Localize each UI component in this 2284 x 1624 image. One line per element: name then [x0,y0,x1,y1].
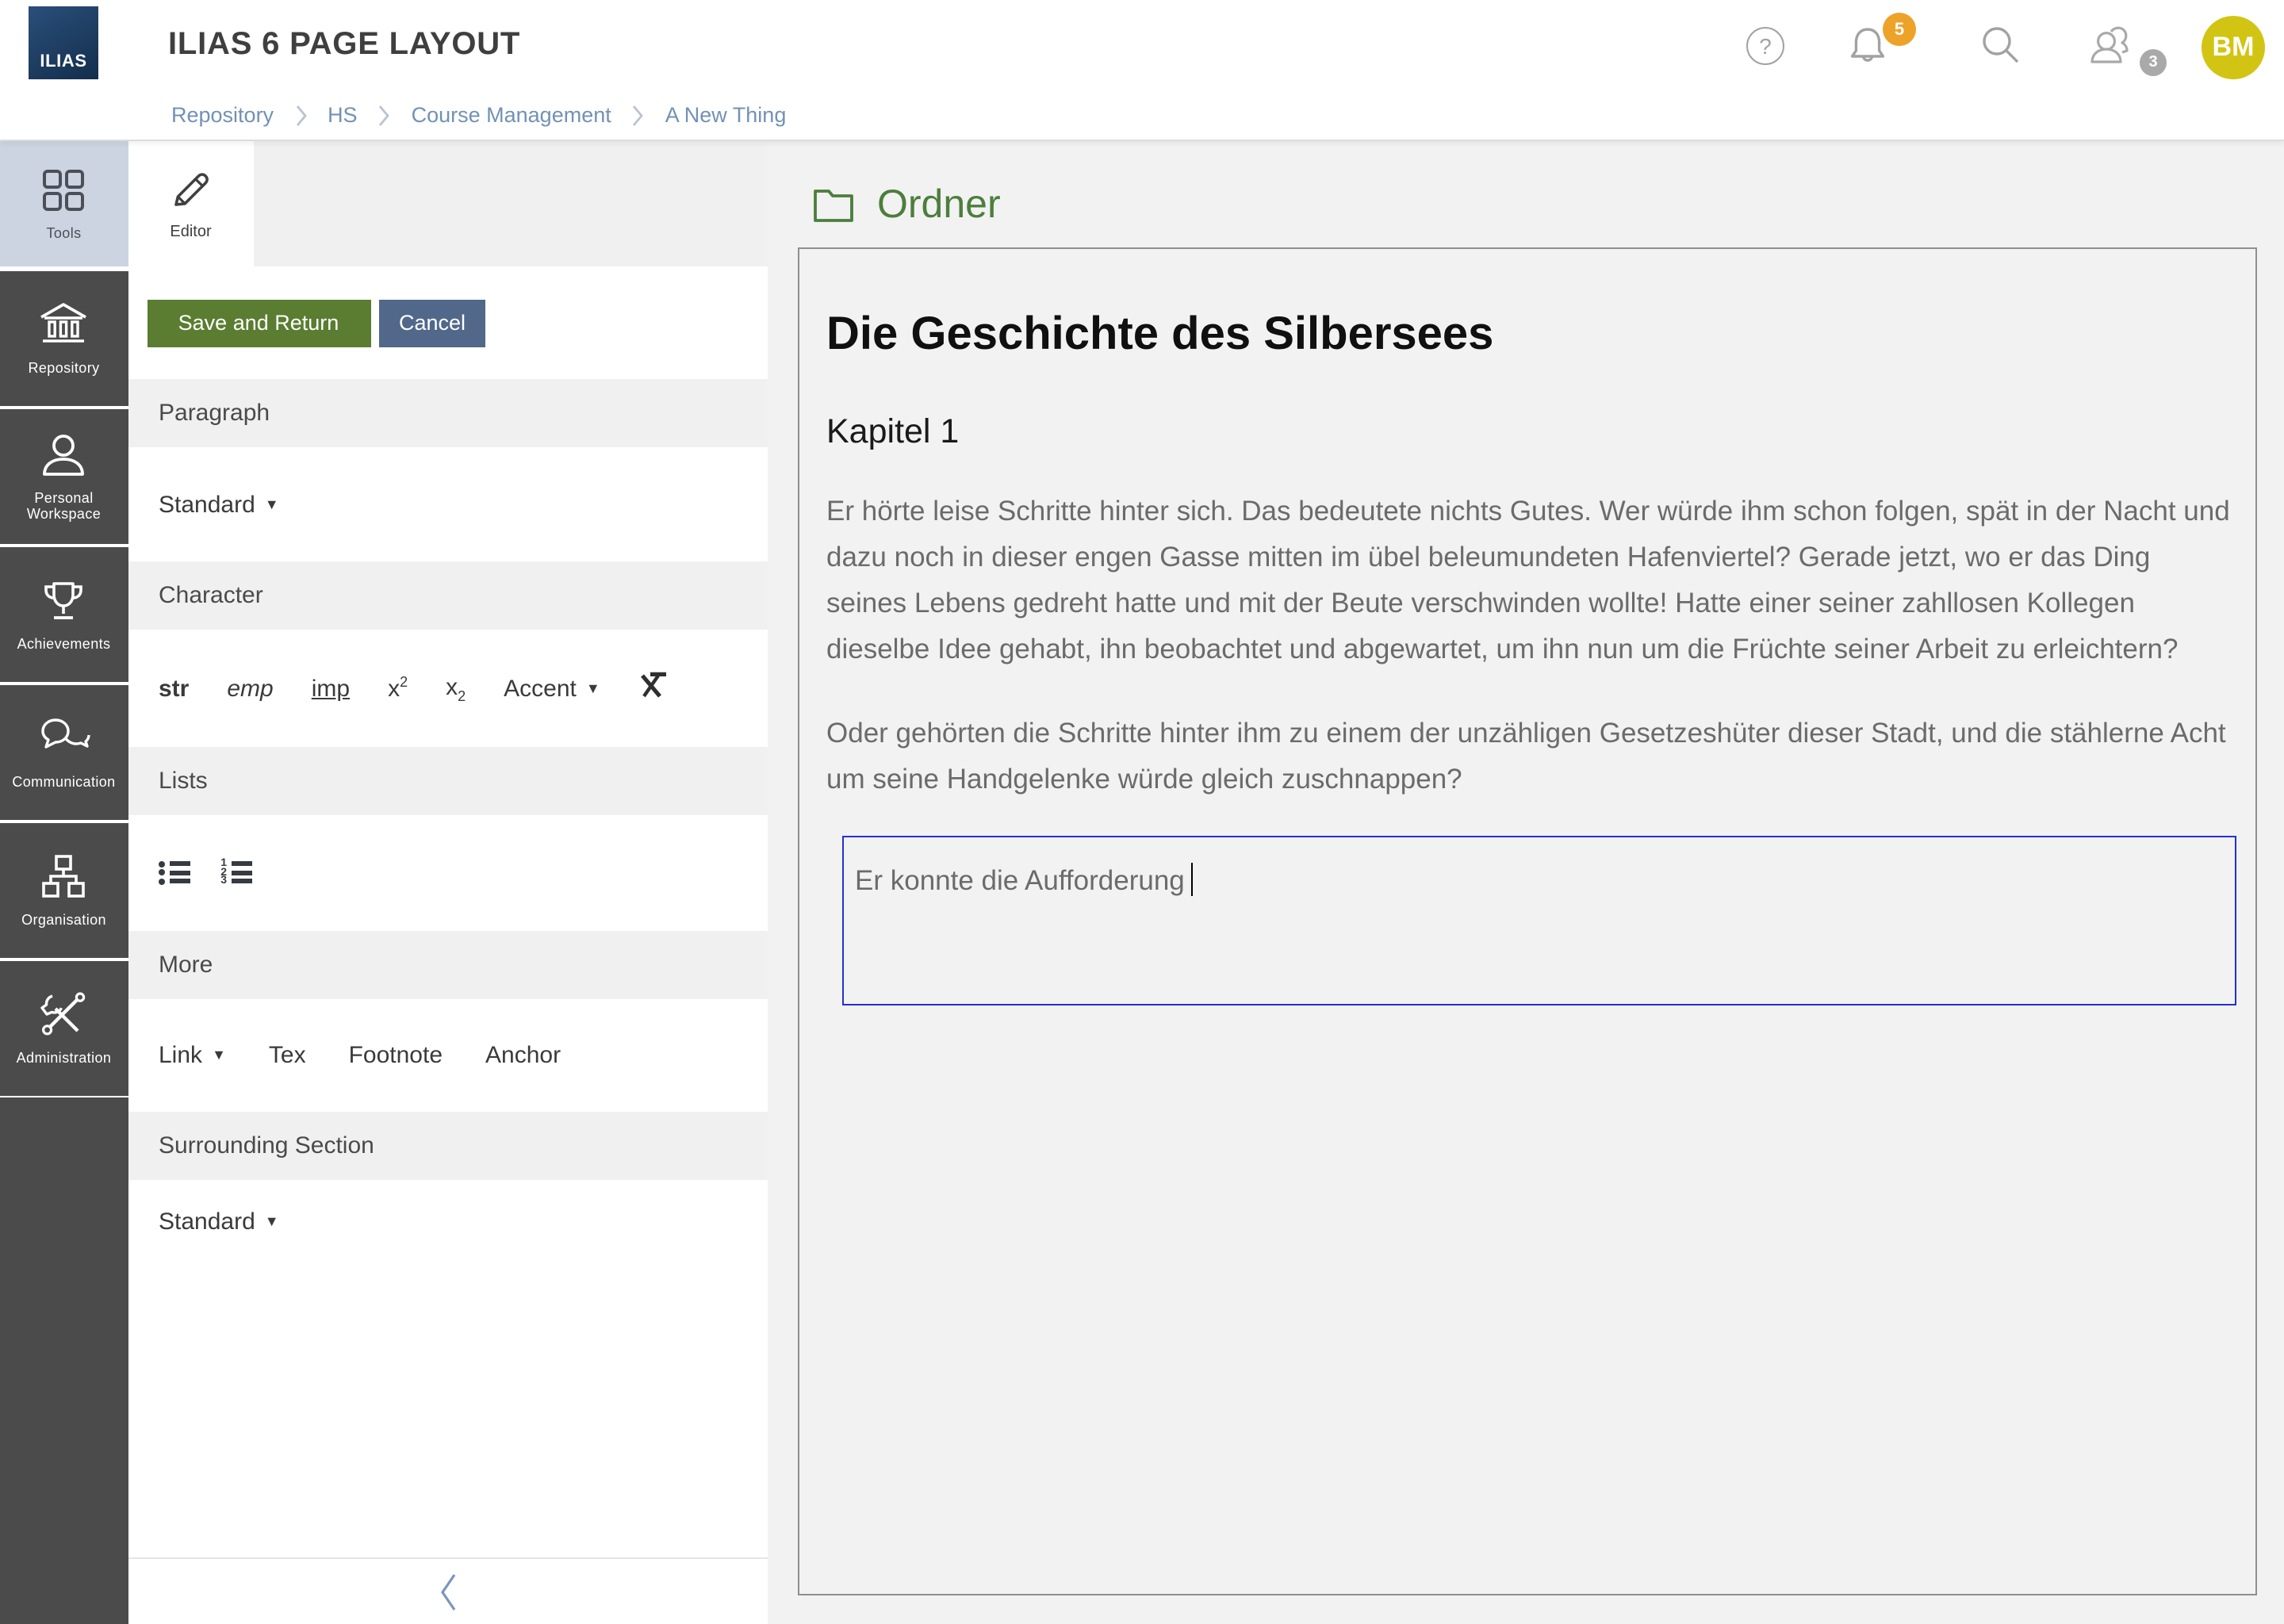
tab-editor-label: Editor [170,224,211,241]
strong-button[interactable]: str [159,675,189,702]
ilias-logo[interactable]: ILIAS [29,6,98,79]
paragraph-style-dropdown[interactable]: Standard▼ [159,491,279,518]
chevron-left-icon [438,1571,458,1612]
clear-format-button[interactable] [638,671,669,706]
header: ILIAS ILIAS 6 PAGE LAYOUT ? 5 [0,0,2284,90]
active-edit-area[interactable]: Er konnte die Aufforderung [842,836,2236,1005]
editor-panel: Editor Save and Return Cancel Paragraph … [128,141,768,1624]
trophy-icon [39,577,90,625]
users-icon [2086,20,2140,71]
object-title-label: Ordner [877,182,1001,228]
link-dropdown[interactable]: Link▼ [159,1041,226,1068]
important-button[interactable]: imp [312,675,350,702]
pencil-icon [167,167,215,214]
folder-icon [812,186,855,223]
admin-tools-icon [39,991,90,1039]
breadcrumb-hs[interactable]: HS [328,103,358,127]
breadcrumb-course-management[interactable]: Course Management [412,103,611,127]
editor-tab-row: Editor [128,141,768,266]
users-badge: 3 [2140,49,2167,76]
content-heading[interactable]: Die Geschichte des Silbersees [826,309,2236,360]
chevron-down-icon: ▼ [265,496,279,512]
sidebar-item-repository[interactable]: Repository [0,271,128,406]
footnote-button[interactable]: Footnote [349,1041,443,1068]
online-users-button[interactable]: 3 [2081,0,2144,90]
edit-area-text: Er konnte die Aufforderung [855,864,1185,896]
bell-icon [1845,23,1888,67]
main-area: Tools Repository Personal Work [0,141,2284,1624]
chevron-down-icon: ▼ [212,1047,226,1063]
save-and-return-button[interactable]: Save and Return [147,299,370,347]
sidebar-item-communication[interactable]: Communication [0,685,128,820]
text-cursor [1191,863,1194,896]
content-paragraph[interactable]: Oder gehörten die Schritte hinter ihm zu… [826,710,2236,802]
editor-actions: Save and Return Cancel [128,266,768,379]
ilias-app: ILIAS ILIAS 6 PAGE LAYOUT ? 5 [0,0,2284,1624]
section-surrounding-row: Standard▼ [128,1179,768,1557]
chevron-down-icon: ▼ [586,680,600,696]
breadcrumb-separator-icon [378,104,391,126]
avatar[interactable]: BM [2202,16,2265,79]
breadcrumb-repository[interactable]: Repository [171,103,274,127]
sidebar-item-achievements[interactable]: Achievements [0,547,128,682]
main-bar: Tools Repository Personal Work [0,141,128,1624]
clear-format-icon [638,671,669,699]
surrounding-style-dropdown[interactable]: Standard▼ [159,1208,279,1235]
emphasis-button[interactable]: emp [227,675,273,702]
section-more-row: Link▼ Tex Footnote Anchor [128,998,768,1111]
collapse-panel-button[interactable] [128,1557,768,1624]
content-subheading[interactable]: Kapitel 1 [826,412,2236,450]
notifications-button[interactable]: 5 [1837,0,1897,90]
anchor-button[interactable]: Anchor [485,1041,561,1068]
section-lists-row: 1 2 3 [128,815,768,930]
section-more-header: More [128,930,768,998]
object-title: Ordner [812,167,1001,243]
help-icon: ? [1746,26,1784,64]
section-character-header: Character [128,561,768,630]
section-surrounding-header: Surrounding Section [128,1111,768,1179]
section-character-row: str emp imp x2 x2 Accent▼ [128,630,768,747]
numbered-list-button[interactable]: 1 2 3 [219,862,252,884]
notifications-badge: 5 [1883,13,1916,46]
cancel-button[interactable]: Cancel [379,299,485,347]
sidebar-filler [0,1097,128,1624]
sidebar-item-administration[interactable]: Administration [0,961,128,1096]
content-paragraph[interactable]: Er hörte leise Schritte hinter sich. Das… [826,488,2236,672]
page-content: Ordner Die Geschichte des Silbersees Kap… [768,141,2284,1624]
page-editor-canvas: Die Geschichte des Silbersees Kapitel 1 … [798,247,2257,1595]
section-paragraph-row: Standard▼ [128,447,768,561]
superscript-button[interactable]: x2 [388,674,408,703]
subscript-button[interactable]: x2 [446,673,466,703]
sidebar-item-personal-workspace[interactable]: Personal Workspace [0,409,128,544]
breadcrumb-separator-icon [632,104,645,126]
section-lists-header: Lists [128,747,768,815]
tab-editor[interactable]: Editor [128,141,254,266]
repository-icon [37,301,91,349]
person-icon [39,431,90,479]
tex-button[interactable]: Tex [269,1041,306,1068]
chevron-down-icon: ▼ [265,1213,279,1229]
search-icon [1976,21,2024,69]
search-button[interactable] [1973,0,2027,90]
help-button[interactable]: ? [1738,0,1792,90]
section-paragraph-header: Paragraph [128,379,768,447]
breadcrumb: Repository HS Course Management A New Th… [0,90,2284,141]
ilias-logo-text: ILIAS [40,52,86,71]
page-title: ILIAS 6 PAGE LAYOUT [168,0,520,90]
org-chart-icon [39,853,90,901]
sidebar-item-tools[interactable]: Tools [0,141,128,266]
bullet-list-button[interactable] [159,862,190,884]
tools-grid-icon [40,167,88,214]
breadcrumb-a-new-thing[interactable]: A New Thing [665,103,787,127]
accent-dropdown[interactable]: Accent▼ [504,675,600,702]
chat-bubbles-icon [37,715,91,763]
breadcrumb-separator-icon [294,104,307,126]
sidebar-item-organisation[interactable]: Organisation [0,823,128,958]
